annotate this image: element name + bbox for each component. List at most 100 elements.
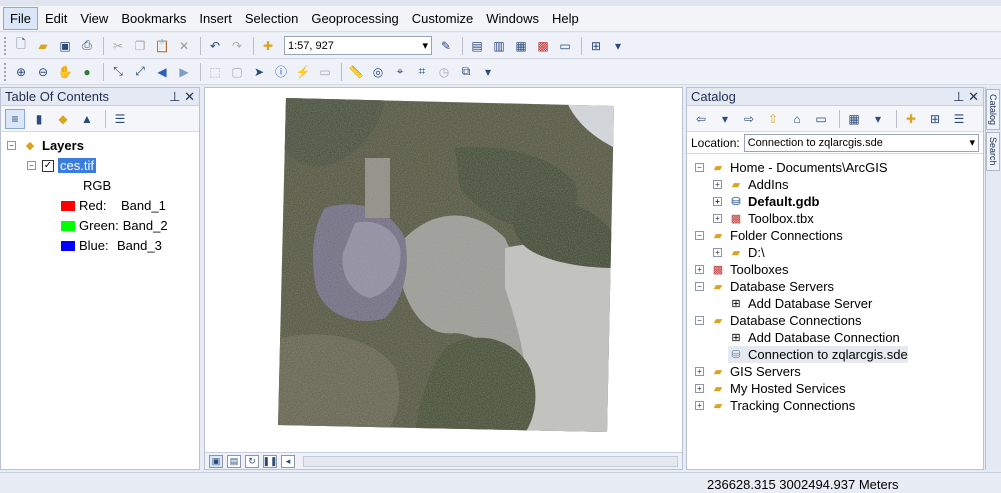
catalog-node-tracking-connections[interactable]: + ▰ Tracking Connections <box>695 397 855 414</box>
editor-toolbar-icon[interactable]: ✎ <box>436 36 456 56</box>
new-document-icon[interactable]: 🗋 <box>11 36 31 56</box>
toggle-contents-icon[interactable]: ⊞ <box>925 109 945 129</box>
table-of-contents-window-icon[interactable]: ▤ <box>467 36 487 56</box>
scroll-left-icon[interactable]: ◂ <box>281 454 295 468</box>
pin-icon[interactable]: ⊥ <box>953 89 964 104</box>
expand-icon[interactable]: + <box>695 401 704 410</box>
view-dropdown-icon[interactable]: ▾ <box>868 109 888 129</box>
view-options-icon[interactable]: ▦ <box>844 109 864 129</box>
toolbar-grip[interactable] <box>4 36 8 55</box>
new-folder-icon[interactable]: ✚ <box>901 109 921 129</box>
forward-arrow-icon[interactable]: ⇨ <box>739 109 759 129</box>
go-to-xy-icon[interactable]: ⌗ <box>412 62 432 82</box>
delete-icon[interactable]: ✕ <box>174 36 194 56</box>
list-by-source-icon[interactable]: ▮ <box>29 109 49 129</box>
home-icon[interactable]: ⌂ <box>787 109 807 129</box>
collapse-icon[interactable]: − <box>27 161 36 170</box>
catalog-node-add-database-connection[interactable]: ⊞ Add Database Connection <box>728 329 899 346</box>
collapse-icon[interactable]: − <box>695 316 704 325</box>
refresh-icon[interactable]: ↻ <box>245 454 259 468</box>
create-viewer-window-icon[interactable]: ⧉ <box>456 62 476 82</box>
search-side-tab[interactable]: Search <box>986 132 1000 171</box>
clear-selection-icon[interactable]: ▢ <box>227 62 247 82</box>
print-icon[interactable]: ⎙ <box>77 36 97 56</box>
search-window-icon[interactable]: ▦ <box>511 36 531 56</box>
toolbar-options-icon[interactable]: ▾ <box>478 62 498 82</box>
toolbar-options-icon[interactable]: ▾ <box>608 36 628 56</box>
catalog-node-addins[interactable]: + ▰ AddIns <box>713 176 788 193</box>
list-by-visibility-icon[interactable]: ◆ <box>53 109 73 129</box>
catalog-node-gis-servers[interactable]: + ▰ GIS Servers <box>695 363 801 380</box>
catalog-node-default-gdb[interactable]: + ⛁ Default.gdb <box>713 193 820 210</box>
full-extent-globe-icon[interactable]: ● <box>77 62 97 82</box>
find-binoculars-icon[interactable]: ◎ <box>368 62 388 82</box>
fixed-zoom-out-icon[interactable]: ⤢ <box>130 62 150 82</box>
arctoolbox-icon[interactable]: ▩ <box>533 36 553 56</box>
catalog-node-database-connections[interactable]: − ▰ Database Connections <box>695 312 862 329</box>
expand-icon[interactable]: + <box>695 384 704 393</box>
select-features-icon[interactable]: ⬚ <box>205 62 225 82</box>
catalog-window-icon[interactable]: ▥ <box>489 36 509 56</box>
expand-icon[interactable]: + <box>713 248 722 257</box>
list-by-selection-icon[interactable]: ▲ <box>77 109 97 129</box>
expand-icon[interactable]: + <box>695 367 704 376</box>
model-builder-icon[interactable]: ⊞ <box>586 36 606 56</box>
catalog-node-add-database-server[interactable]: ⊞ Add Database Server <box>728 295 872 312</box>
menu-insert[interactable]: Insert <box>193 8 238 29</box>
collapse-icon[interactable]: − <box>695 282 704 291</box>
collapse-icon[interactable]: − <box>695 231 704 240</box>
time-slider-icon[interactable]: ◷ <box>434 62 454 82</box>
save-icon[interactable]: ▣ <box>55 36 75 56</box>
menu-help[interactable]: Help <box>546 8 585 29</box>
paste-icon[interactable]: 📋 <box>152 36 172 56</box>
data-view-icon[interactable]: ▣ <box>209 454 223 468</box>
layer-name[interactable]: ces.tif <box>58 158 96 173</box>
map-scale-dropdown[interactable]: 1:57, 927 ▾ <box>284 36 432 55</box>
menu-file[interactable]: File <box>3 7 38 30</box>
catalog-node-toolboxes[interactable]: + ▩ Toolboxes <box>695 261 789 278</box>
identify-icon[interactable]: ⓘ <box>271 62 291 82</box>
menu-view[interactable]: View <box>74 8 114 29</box>
forward-extent-icon[interactable]: ▶ <box>174 62 194 82</box>
toc-options-icon[interactable]: ☰ <box>110 109 130 129</box>
toolbar-grip[interactable] <box>4 62 8 81</box>
menu-edit[interactable]: Edit <box>39 8 73 29</box>
catalog-node-hosted-services[interactable]: + ▰ My Hosted Services <box>695 380 846 397</box>
html-popup-icon[interactable]: ▭ <box>315 62 335 82</box>
menu-bookmarks[interactable]: Bookmarks <box>115 8 192 29</box>
close-icon[interactable]: ✕ <box>968 89 979 104</box>
menu-windows[interactable]: Windows <box>480 8 545 29</box>
hyperlink-icon[interactable]: ⚡ <box>293 62 313 82</box>
cut-icon[interactable]: ✂ <box>108 36 128 56</box>
list-by-drawing-order-icon[interactable]: ≡ <box>5 108 25 129</box>
map-view[interactable]: ▣ ▤ ↻ ❚❚ ◂ <box>204 87 683 470</box>
layer-row[interactable]: − ✓ ces.tif <box>27 157 96 174</box>
menu-selection[interactable]: Selection <box>239 8 304 29</box>
zoom-in-icon[interactable]: ⊕ <box>11 62 31 82</box>
collapse-icon[interactable]: − <box>695 163 704 172</box>
layers-node[interactable]: − ◆ Layers <box>7 137 84 154</box>
select-elements-arrow-icon[interactable]: ➤ <box>249 62 269 82</box>
python-window-icon[interactable]: ▭ <box>555 36 575 56</box>
catalog-node-sde-connection[interactable]: ⛁ Connection to zqlarcgis.sde <box>728 346 908 363</box>
expand-icon[interactable]: + <box>695 265 704 274</box>
back-dropdown-icon[interactable]: ▾ <box>715 109 735 129</box>
pan-hand-icon[interactable]: ✋ <box>55 62 75 82</box>
open-folder-icon[interactable]: ▰ <box>33 36 53 56</box>
catalog-node-folder-connections[interactable]: − ▰ Folder Connections <box>695 227 843 244</box>
catalog-side-tab[interactable]: Catalog <box>986 89 1000 131</box>
up-one-level-icon[interactable]: ⇧ <box>763 109 783 129</box>
back-arrow-icon[interactable]: ⇦ <box>691 109 711 129</box>
horizontal-scrollbar[interactable] <box>303 455 678 467</box>
layer-visibility-checkbox[interactable]: ✓ <box>42 159 54 172</box>
catalog-node-d-drive[interactable]: + ▰ D:\ <box>713 244 765 261</box>
zoom-out-icon[interactable]: ⊖ <box>33 62 53 82</box>
connect-folder-icon[interactable]: ▭ <box>811 109 831 129</box>
expand-icon[interactable]: + <box>713 197 722 206</box>
pause-drawing-icon[interactable]: ❚❚ <box>262 454 278 468</box>
raster-image[interactable] <box>205 88 684 453</box>
find-route-icon[interactable]: ⌖ <box>390 62 410 82</box>
copy-icon[interactable]: ❐ <box>130 36 150 56</box>
menu-customize[interactable]: Customize <box>406 8 479 29</box>
expand-icon[interactable]: + <box>713 214 722 223</box>
